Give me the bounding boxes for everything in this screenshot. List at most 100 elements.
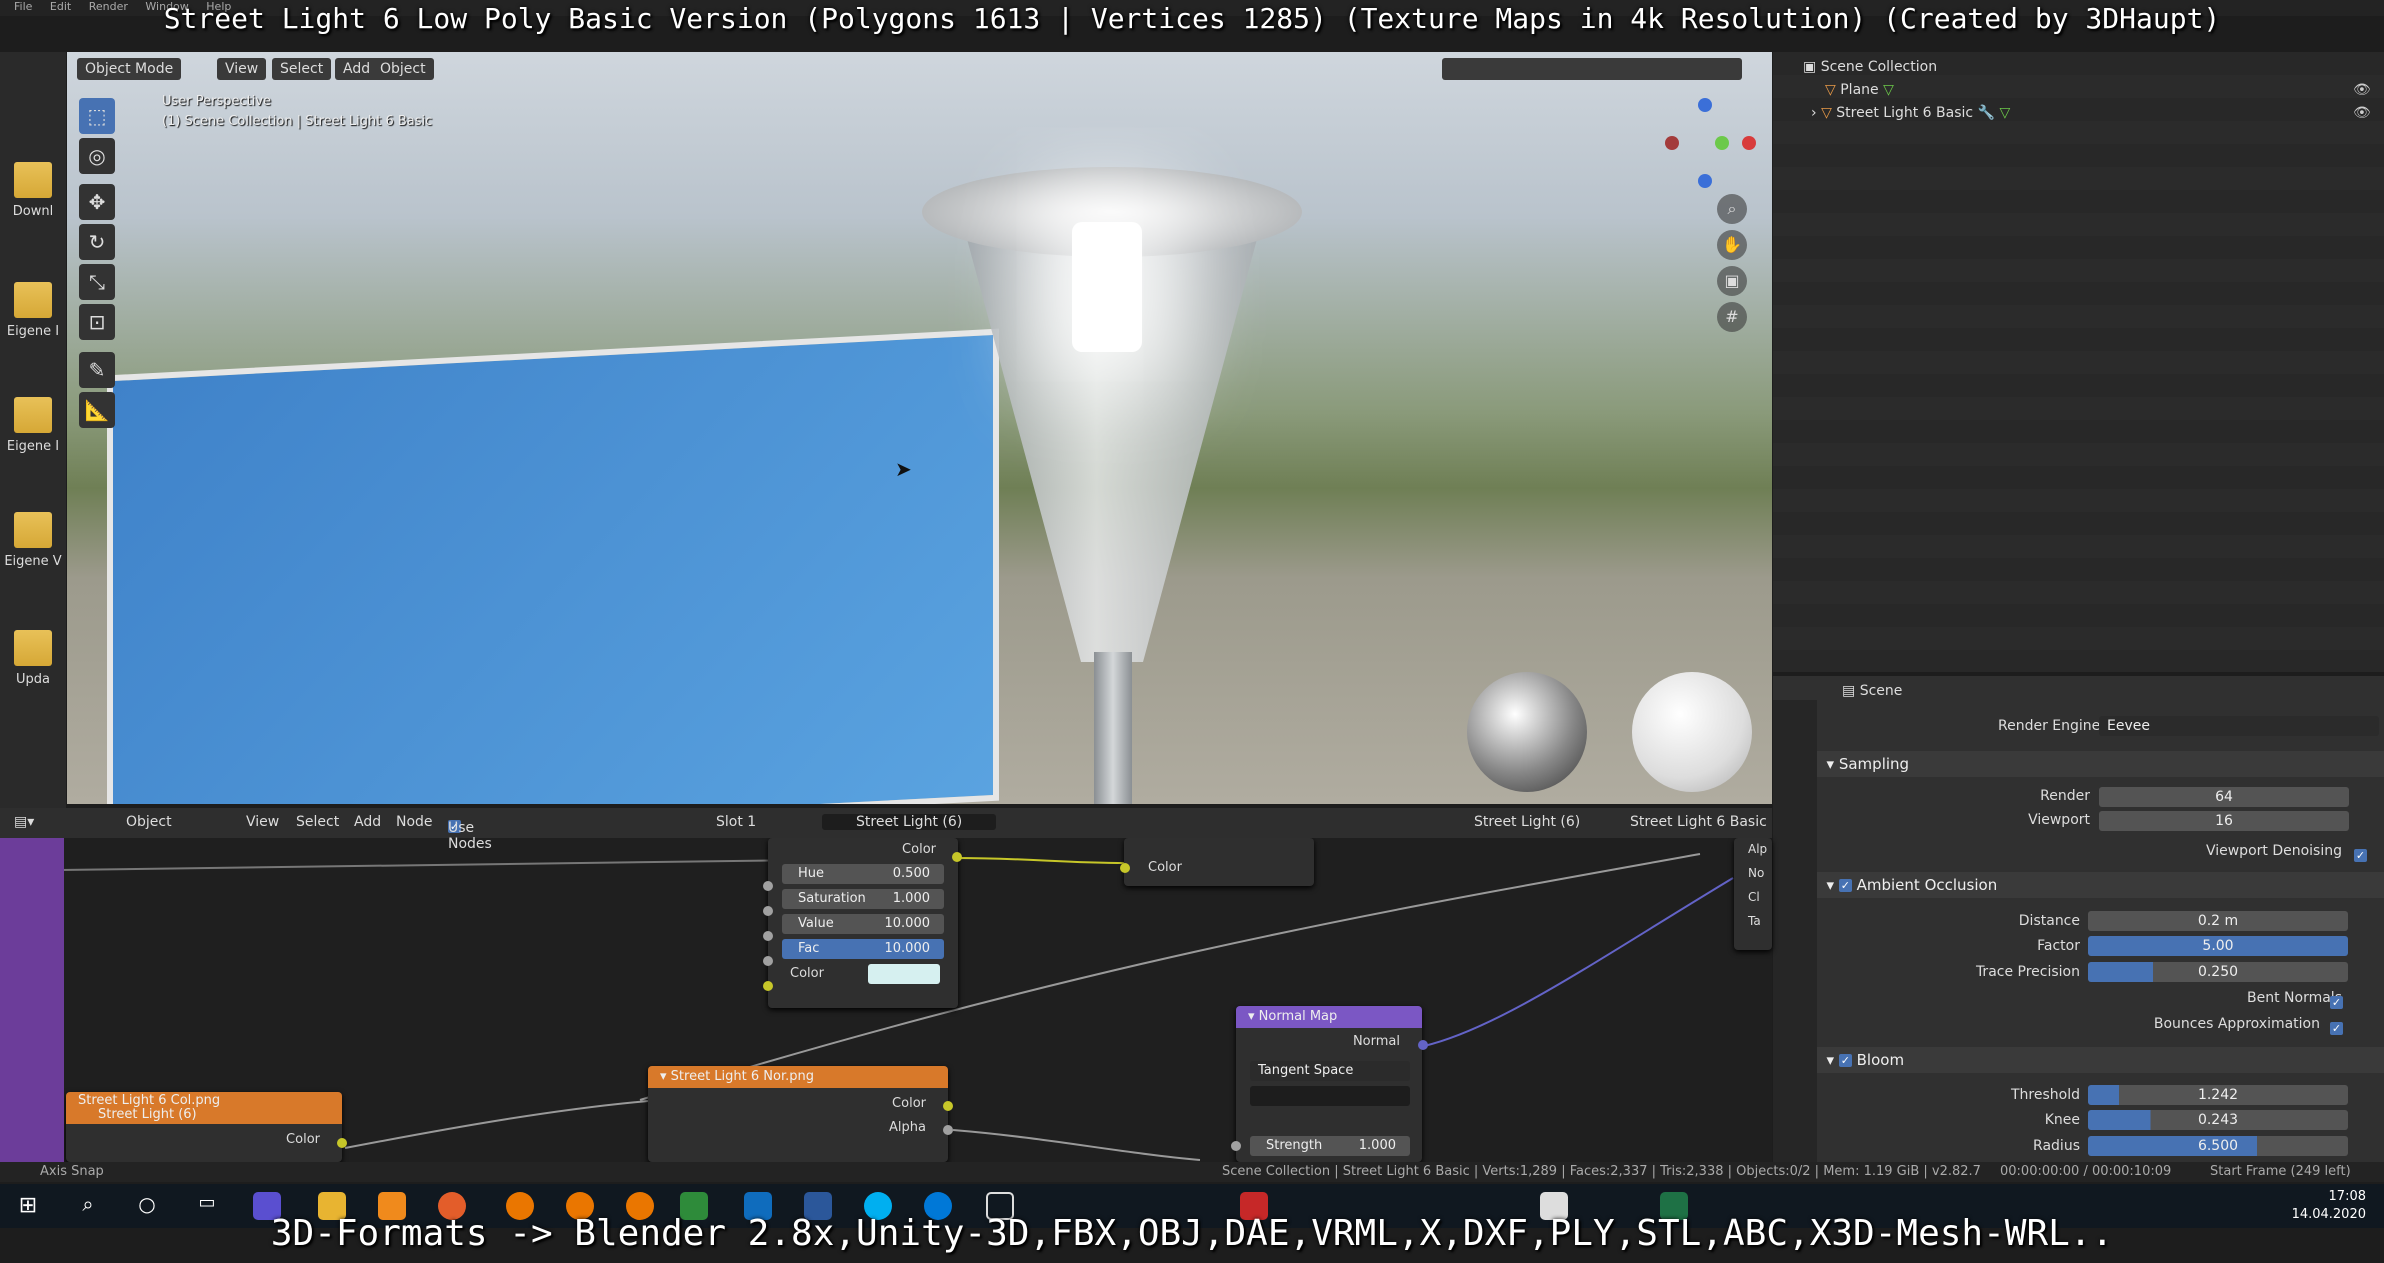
- scale-tool-icon[interactable]: ⤡: [79, 264, 115, 300]
- zoom-icon[interactable]: ⌕: [1717, 194, 1747, 224]
- node-menu-add[interactable]: Add: [354, 814, 381, 830]
- pan-hand-icon[interactable]: ✋: [1717, 230, 1747, 260]
- object-mode-dropdown[interactable]: Object Mode: [77, 58, 182, 80]
- status-bar: Axis Snap Scene Collection | Street Ligh…: [0, 1162, 2384, 1182]
- video-caption-bottom: 3D-Formats -> Blender 2.8x,Unity-3D,FBX,…: [270, 1213, 2114, 1254]
- saturation-field[interactable]: Saturation 1.000: [782, 889, 944, 909]
- socket-input[interactable]: [763, 931, 773, 941]
- desktop-icon-folder[interactable]: Eigene I: [0, 397, 66, 454]
- mix-color-input-label: Color: [1148, 860, 1182, 875]
- hsv-node[interactable]: Color Hue 0.500 Saturation 1.000 Value 10.0…: [768, 838, 958, 1008]
- slot-dropdown[interactable]: Slot 1: [716, 814, 756, 830]
- object-material-dropdown[interactable]: Street Light (6): [1474, 814, 1580, 830]
- socket-input[interactable]: [1120, 863, 1130, 873]
- strength-field[interactable]: Strength 1.000: [1250, 1136, 1410, 1156]
- principled-bsdf-node[interactable]: Alp No Cl Ta: [1734, 838, 1772, 950]
- color-swatch[interactable]: [868, 964, 940, 984]
- measure-tool-icon[interactable]: 📐: [79, 392, 115, 428]
- bounces-approx-checkbox[interactable]: ✓: [2330, 1018, 2343, 1037]
- bloom-radius-slider[interactable]: 6.500: [2088, 1136, 2348, 1156]
- desktop-icon-folder[interactable]: Upda: [0, 630, 66, 687]
- socket-input[interactable]: [763, 956, 773, 966]
- mix-node[interactable]: Color: [1124, 838, 1314, 886]
- select-box-tool-icon[interactable]: ⬚: [79, 98, 115, 134]
- sampling-panel-header[interactable]: ▾ Sampling: [1817, 751, 2384, 777]
- bloom-knee-label: Knee: [2044, 1112, 2080, 1128]
- socket-input[interactable]: [763, 881, 773, 891]
- move-tool-icon[interactable]: ✥: [79, 184, 115, 220]
- socket-output[interactable]: [943, 1101, 953, 1111]
- billboard-image: [107, 328, 999, 804]
- socket-output[interactable]: [1418, 1040, 1428, 1050]
- gizmo-neg-x-axis[interactable]: [1665, 136, 1679, 150]
- gizmo-x-axis[interactable]: [1742, 136, 1756, 150]
- ao-distance-field[interactable]: 0.2 m: [2088, 911, 2348, 931]
- perspective-grid-icon[interactable]: #: [1717, 302, 1747, 332]
- outliner-item-plane[interactable]: ▽ Plane ▽: [1825, 82, 1894, 98]
- viewport-denoising-checkbox[interactable]: ✓: [2354, 845, 2367, 864]
- normal-map-header[interactable]: ▾ Normal Map: [1236, 1006, 1422, 1028]
- value-field[interactable]: Value 10.000: [782, 914, 944, 934]
- uv-map-field[interactable]: [1250, 1086, 1410, 1106]
- node-menu-node[interactable]: Node: [396, 814, 433, 830]
- viewport-menu-select[interactable]: Select: [272, 58, 332, 80]
- socket-input[interactable]: [1231, 1141, 1241, 1151]
- socket-output[interactable]: [952, 852, 962, 862]
- col-color-output-label: Color: [286, 1132, 320, 1147]
- node-menu-select[interactable]: Select: [296, 814, 339, 830]
- properties-tabs[interactable]: [1773, 700, 1817, 1162]
- outliner-scene-collection[interactable]: ▣ Scene Collection: [1803, 59, 1937, 75]
- desktop-icon-folder[interactable]: Downl: [0, 162, 66, 219]
- ao-distance-label: Distance: [2018, 913, 2080, 929]
- color-texture-node[interactable]: Street Light 6 Col.png Street Light (6) …: [66, 1092, 342, 1162]
- bloom-knee-slider[interactable]: 0.243: [2088, 1110, 2348, 1130]
- desktop-icon-folder[interactable]: Eigene V: [0, 512, 66, 569]
- node-object-dropdown[interactable]: Object: [126, 814, 172, 830]
- gizmo-z-axis[interactable]: [1698, 98, 1712, 112]
- ao-trace-precision-slider[interactable]: 0.250: [2088, 962, 2348, 982]
- bent-normals-checkbox[interactable]: ✓: [2330, 992, 2343, 1011]
- bloom-threshold-slider[interactable]: 1.242: [2088, 1085, 2348, 1105]
- time-display: 00:00:00:00 / 00:00:10:09: [2000, 1164, 2172, 1179]
- socket-output[interactable]: [337, 1138, 347, 1148]
- ao-factor-slider[interactable]: 5.00: [2088, 936, 2348, 956]
- scene-stats: Scene Collection | Street Light 6 Basic …: [1222, 1164, 1981, 1179]
- socket-input[interactable]: [763, 906, 773, 916]
- sampling-render-label: Render: [2040, 788, 2090, 804]
- sampling-render-field[interactable]: 64: [2099, 787, 2349, 807]
- color-texture-header[interactable]: Street Light 6 Col.png Street Light (6): [66, 1092, 342, 1124]
- ao-panel-header[interactable]: ▾ ✓ Ambient Occlusion: [1817, 872, 2384, 898]
- viewport-menu-view[interactable]: View: [217, 58, 267, 80]
- street-light-pole[interactable]: [1094, 652, 1132, 804]
- normal-texture-node[interactable]: ▾ Street Light 6 Nor.png Color Alpha: [648, 1066, 948, 1162]
- eye-icon[interactable]: 👁: [2353, 82, 2371, 98]
- gizmo-neg-z-axis[interactable]: [1698, 174, 1712, 188]
- shader-node-editor[interactable]: Color Hue 0.500 Saturation 1.000 Value 10.0…: [0, 808, 1772, 1162]
- viewport-menu-object[interactable]: Object: [372, 58, 434, 80]
- sampling-viewport-field[interactable]: 16: [2099, 811, 2349, 831]
- hue-field[interactable]: Hue 0.500: [782, 864, 944, 884]
- tangent-space-dropdown[interactable]: Tangent Space: [1250, 1061, 1410, 1081]
- normal-texture-header[interactable]: ▾ Street Light 6 Nor.png: [648, 1066, 948, 1088]
- annotate-tool-icon[interactable]: ✎: [79, 352, 115, 388]
- node-menu-view[interactable]: View: [246, 814, 279, 830]
- 3d-viewport[interactable]: Object Mode View Select Add Object User …: [67, 52, 1772, 804]
- outliner-item-street-light[interactable]: › ▽ Street Light 6 Basic 🔧 ▽: [1811, 105, 2010, 121]
- render-engine-dropdown[interactable]: Eevee: [2099, 716, 2379, 736]
- gizmo-y-axis[interactable]: [1715, 136, 1729, 150]
- transform-tool-icon[interactable]: ⊡: [79, 304, 115, 340]
- material-name-field[interactable]: Street Light (6): [822, 814, 997, 830]
- rotate-tool-icon[interactable]: ↻: [79, 224, 115, 260]
- normal-map-node[interactable]: ▾ Normal Map Normal Tangent Space Streng…: [1236, 1006, 1422, 1162]
- socket-output[interactable]: [943, 1125, 953, 1135]
- camera-icon[interactable]: ▣: [1717, 266, 1747, 296]
- fac-field[interactable]: Fac 10.000: [782, 939, 944, 959]
- desktop-icon-folder[interactable]: Eigene I: [0, 282, 66, 339]
- editor-type-icon[interactable]: ▤▾: [14, 814, 34, 830]
- bloom-panel-header[interactable]: ▾ ✓ Bloom: [1817, 1047, 2384, 1073]
- eye-icon[interactable]: 👁: [2353, 105, 2371, 121]
- viewport-shading-toolbar[interactable]: [1442, 58, 1742, 80]
- cursor-tool-icon[interactable]: ◎: [79, 138, 115, 174]
- socket-input[interactable]: [763, 981, 773, 991]
- node-editor-header: ▤▾ Object View Select Add Node ✓ Use Nod…: [0, 808, 1772, 852]
